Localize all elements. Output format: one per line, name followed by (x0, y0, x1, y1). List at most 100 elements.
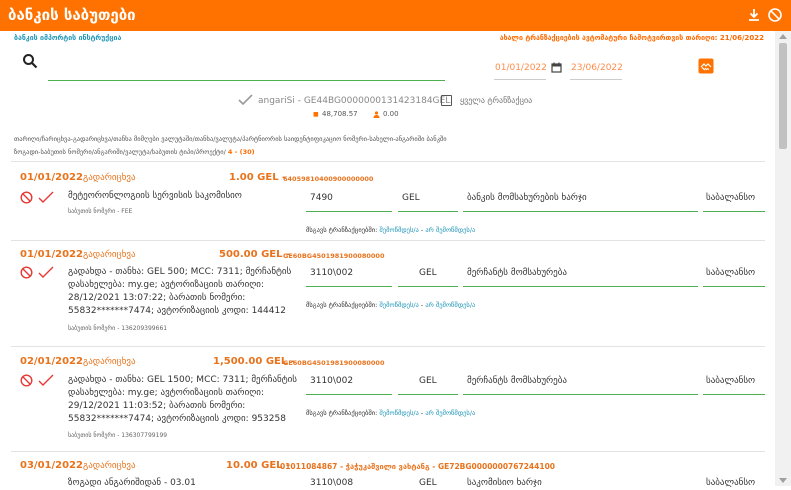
search-icon[interactable] (22, 53, 38, 69)
subject-field[interactable]: საბალანსო (706, 268, 755, 278)
row-partner: 64059810400900000000 (283, 175, 374, 183)
handshake-icon[interactable] (698, 58, 714, 74)
currency-field[interactable]: GEL (402, 193, 420, 203)
row-type: გადარიცხვა (83, 357, 136, 367)
category-field[interactable]: საკომისიო ხარჯი (467, 478, 542, 488)
scroll-thumb[interactable] (779, 43, 787, 149)
category-field[interactable]: ბანკის მომსახურების ხარჯი (467, 193, 587, 203)
app-header: ბანკის საბუთები (0, 0, 791, 31)
category-field-underline (463, 286, 698, 287)
reject-icon[interactable] (20, 374, 33, 387)
row-date: 01/01/2022 (20, 172, 83, 183)
record-count: 4 - (30) (227, 148, 255, 156)
divider (11, 451, 765, 452)
currency-field[interactable]: GEL (419, 376, 437, 386)
auto-download-note: ახალი ტრანზაქციების ავტომატური ჩამოტვირთ… (499, 34, 764, 42)
row-amount: 1.00 GEL - (229, 172, 287, 183)
subject-field[interactable]: საბალანსო (706, 193, 755, 203)
row-type: გადარიცხვა (83, 461, 136, 471)
similar-status: მსგავს ტრანზაქციებში: შემოწმდეს/ა - არ შ… (306, 409, 476, 417)
category-field-underline (463, 211, 698, 212)
account-field-underline (306, 211, 392, 212)
reject-icon[interactable] (20, 191, 33, 204)
account-field[interactable]: 3110\008 (310, 478, 353, 488)
row-date: 03/01/2022 (20, 460, 83, 471)
account-field-underline (306, 394, 392, 395)
similar-check-link[interactable]: შემოწმდეს/ა (379, 301, 418, 309)
approve-icon[interactable] (38, 191, 54, 204)
row-type: გადარიცხვა (83, 250, 136, 260)
download-icon[interactable] (746, 7, 762, 23)
similar-label: მსგავს ტრანზაქციებში: (306, 409, 378, 417)
person-icon (373, 111, 380, 118)
category-field[interactable]: მერჩანტს მომსახურება (467, 376, 567, 386)
reject-icon[interactable] (20, 266, 33, 279)
page-title: ბანკის საბუთები (8, 6, 136, 24)
column-legend-line2: ზოგადი-საბუთის ნომერი/ანგარიში/ვალუტა/სა… (14, 148, 255, 156)
row-date: 01/01/2022 (20, 249, 83, 260)
row-date: 02/01/2022 (20, 356, 83, 367)
similar-check-link[interactable]: შემოწმდეს/ა (379, 409, 418, 417)
account-selector[interactable]: angariSi - GE44BG0000000131423184GEL (258, 96, 450, 106)
row-document-number: საბუთის ნომერი - 136307799199 (68, 432, 168, 439)
approve-icon[interactable] (38, 374, 54, 387)
similar-uncheck-link[interactable]: არ შემოწმდეს/ა (425, 409, 475, 417)
similar-status: მსგავს ტრანზაქციებში: შემოწმდეს/ა - არ შ… (306, 226, 476, 234)
row-document-number: საბუთის ნომერი - FEE (68, 208, 133, 215)
currency-field-underline (398, 211, 458, 212)
scrollbar[interactable] (775, 31, 791, 486)
divider (11, 161, 765, 162)
similar-uncheck-link[interactable]: არ შემოწმდეს/ა (425, 226, 475, 234)
subject-field-underline (703, 394, 765, 395)
similar-uncheck-link[interactable]: არ შემოწმდეს/ა (425, 301, 475, 309)
account-field[interactable]: 3110\002 (310, 268, 353, 278)
account-check-icon (238, 94, 253, 106)
currency-field[interactable]: GEL (419, 478, 437, 488)
row-description: გადახდა - თანხა: GEL 1500; MCC: 7311; მე… (68, 375, 297, 424)
row-partner: GE60BG4501981900080000 (283, 252, 385, 260)
row-amount: 500.00 GEL - (219, 249, 291, 260)
balance-positive-icon: ■ (313, 111, 319, 118)
row-description: ზოგადი ანგარიშიდან - 03.01 (68, 478, 196, 488)
approve-icon[interactable] (38, 266, 54, 279)
row-document-number: საბუთის ნომერი - 136209399661 (68, 325, 168, 332)
calendar-icon[interactable] (551, 62, 562, 73)
subject-field-underline (703, 211, 765, 212)
date-from[interactable]: 01/01/2022 (495, 63, 547, 73)
similar-label: მსგავს ტრანზაქციებში: (306, 226, 378, 234)
all-transactions-checkbox[interactable] (441, 95, 452, 106)
category-field[interactable]: მერჩანტს მომსახურება (467, 268, 567, 278)
similar-status: მსგავს ტრანზაქციებში: შემოწმდეს/ა - არ შ… (306, 301, 476, 309)
subject-field[interactable]: საბალანსო (706, 478, 755, 488)
column-legend-line1: თარიღი/ჩარიცხვა-გადარიცხვა/თანხა მიმღები… (14, 135, 447, 143)
search-input[interactable] (48, 80, 445, 81)
row-description: გადახდა - თანხა: GEL 500; MCC: 7311; მერ… (68, 267, 292, 316)
scroll-down-arrow[interactable] (779, 478, 787, 483)
date-to-underline (570, 79, 622, 80)
block-icon[interactable] (767, 7, 783, 23)
date-from-underline (494, 79, 546, 80)
similar-check-link[interactable]: შემოწმდეს/ა (379, 226, 418, 234)
row-partner: GE60BG4501981900080000 (283, 359, 385, 367)
all-transactions-label: ყველა ტრანზაქცია (460, 96, 533, 105)
balance-negative: 0.00 (383, 110, 399, 118)
account-field-underline (306, 286, 392, 287)
account-field[interactable]: 7490 (310, 193, 333, 203)
row-partner: 01011084867 - ჭაჭუკაშვილი ვახტანგ - GE72… (280, 462, 556, 471)
row-description: მეტეორონლოგიის სერვისის საკომისიო (68, 191, 242, 201)
column-legend-line2-text: ზოგადი-საბუთის ნომერი/ანგარიში/ვალუტა/სა… (14, 148, 226, 156)
balance-positive: 48,708.57 (322, 110, 358, 118)
subject-field-underline (703, 286, 765, 287)
scroll-up-arrow[interactable] (779, 34, 787, 39)
category-field-underline (463, 394, 698, 395)
similar-label: მსგავს ტრანზაქციებში: (306, 301, 378, 309)
date-to[interactable]: 23/06/2022 (571, 63, 623, 73)
currency-field[interactable]: GEL (419, 268, 437, 278)
account-field[interactable]: 3110\002 (310, 376, 353, 386)
divider (11, 346, 765, 347)
import-instructions-link[interactable]: ბანკის იმპორტის ინსტრუქცია (14, 34, 121, 42)
subject-field[interactable]: საბალანსო (706, 376, 755, 386)
divider (11, 240, 765, 241)
currency-field-underline (398, 286, 458, 287)
currency-field-underline (398, 394, 458, 395)
